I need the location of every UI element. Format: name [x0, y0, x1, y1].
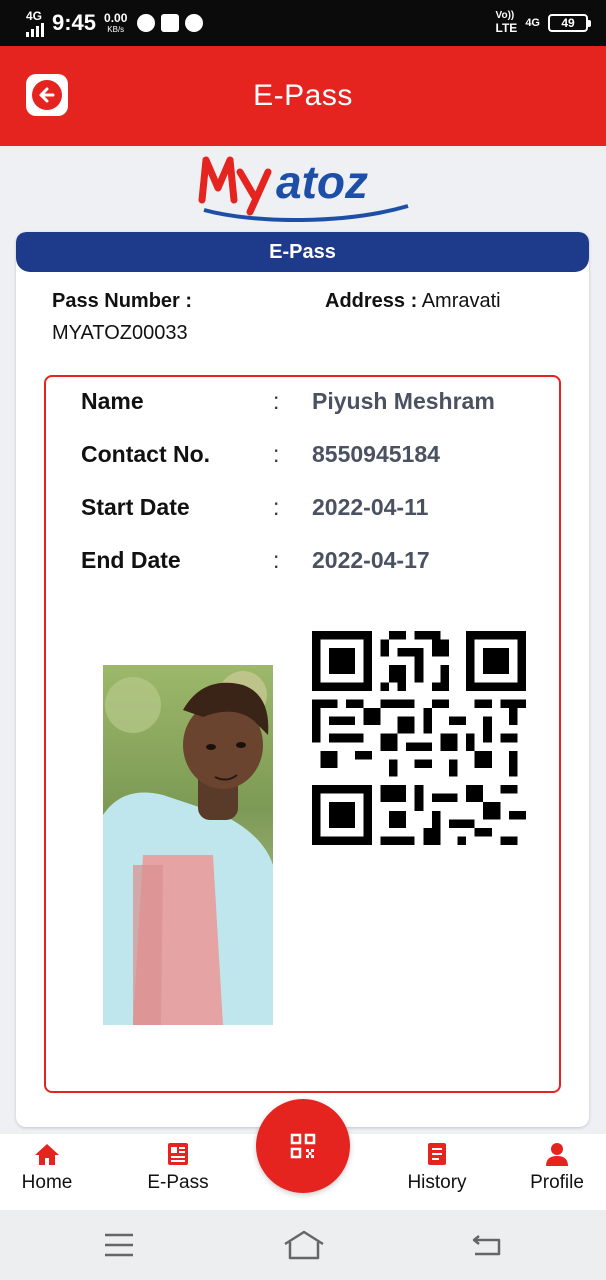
detail-label: Contact No.: [81, 441, 211, 467]
pass-details-box: Name : Piyush Meshram Contact No. : 8550…: [44, 375, 561, 1093]
back-button[interactable]: [26, 74, 68, 116]
nav-epass-label: E-Pass: [147, 1172, 209, 1193]
status-bar: 4G 9:45 0.00 KB/s Vo)) LTE 4G 49: [0, 0, 606, 46]
network-type: 4G: [26, 8, 43, 23]
detail-colon: :: [273, 494, 280, 520]
detail-value: 2022-04-11: [312, 494, 429, 520]
qr-code-icon: [290, 1133, 316, 1159]
battery-icon: 49: [548, 14, 591, 32]
home-icon: [35, 1144, 59, 1165]
scan-qr-button[interactable]: [256, 1099, 350, 1193]
network-indicator: 4G: [26, 10, 44, 37]
address-label: Address :: [325, 290, 418, 312]
address-value: Amravati: [421, 290, 501, 312]
mail-icon: [161, 14, 180, 32]
newspaper-icon: [168, 1143, 188, 1165]
signal-icon: [26, 22, 44, 37]
net-speed-unit: KB/s: [107, 25, 125, 34]
volte-indicator: Vo)) LTE: [496, 11, 518, 34]
user-icon: [546, 1143, 568, 1166]
arrow-left-icon: [32, 80, 62, 110]
detail-colon: :: [273, 547, 280, 573]
detail-label: Name: [81, 388, 144, 414]
leaf-icon: [137, 14, 156, 32]
epass-card: E-Pass Pass Number : MYATOZ00033 Address…: [16, 232, 589, 1127]
signal-type: 4G: [525, 17, 540, 29]
nav-profile[interactable]: Profile: [526, 1142, 588, 1194]
lte-label: LTE: [495, 20, 518, 35]
clock: 9:45: [52, 10, 97, 35]
menu-icon: [105, 1233, 133, 1257]
myatoz-logo: atoz: [196, 150, 412, 223]
detail-value: Piyush Meshram: [312, 388, 495, 414]
detail-colon: :: [273, 388, 280, 414]
nav-epass[interactable]: E-Pass: [144, 1142, 212, 1194]
house-outline-icon: [284, 1230, 324, 1260]
address: Address : Amravati: [325, 290, 501, 313]
home-system-button[interactable]: [283, 1230, 325, 1265]
detail-row-start-date: Start Date : 2022-04-11: [81, 494, 541, 524]
back-outline-icon: [472, 1235, 501, 1256]
logo-text: atoz: [276, 156, 368, 208]
nav-home[interactable]: Home: [20, 1142, 74, 1194]
pass-info: Pass Number : MYATOZ00033 Address : Amra…: [52, 290, 569, 350]
nav-profile-label: Profile: [530, 1172, 584, 1193]
chat-icon: [185, 14, 204, 32]
nav-history[interactable]: History: [404, 1142, 470, 1194]
back-system-button[interactable]: [471, 1232, 503, 1263]
detail-row-name: Name : Piyush Meshram: [81, 388, 541, 418]
pass-number-label: Pass Number :: [52, 290, 193, 312]
battery-level: 49: [561, 16, 575, 30]
detail-colon: :: [273, 441, 280, 467]
system-nav-bar: [0, 1210, 606, 1280]
net-speed-value: 0.00: [104, 11, 128, 25]
menu-button[interactable]: [104, 1232, 134, 1263]
detail-row-end-date: End Date : 2022-04-17: [81, 547, 541, 577]
detail-value: 2022-04-17: [312, 547, 430, 573]
status-right: Vo)) LTE 4G 49: [496, 11, 591, 34]
pass-number-value: MYATOZ00033: [52, 322, 188, 344]
card-header: E-Pass: [16, 232, 589, 272]
notification-icons: [137, 14, 204, 32]
qr-code-image: [312, 631, 526, 845]
document-icon: [428, 1143, 446, 1165]
detail-value: 8550945184: [312, 441, 440, 467]
app-bar: E-Pass: [0, 46, 606, 146]
nav-home-label: Home: [21, 1172, 73, 1193]
page-title: E-Pass: [253, 79, 353, 112]
net-speed: 0.00 KB/s: [104, 12, 127, 34]
detail-row-contact: Contact No. : 8550945184: [81, 441, 541, 471]
nav-history-label: History: [407, 1172, 467, 1193]
detail-label: End Date: [81, 547, 181, 573]
detail-label: Start Date: [81, 494, 190, 520]
user-photo: [103, 665, 273, 1025]
